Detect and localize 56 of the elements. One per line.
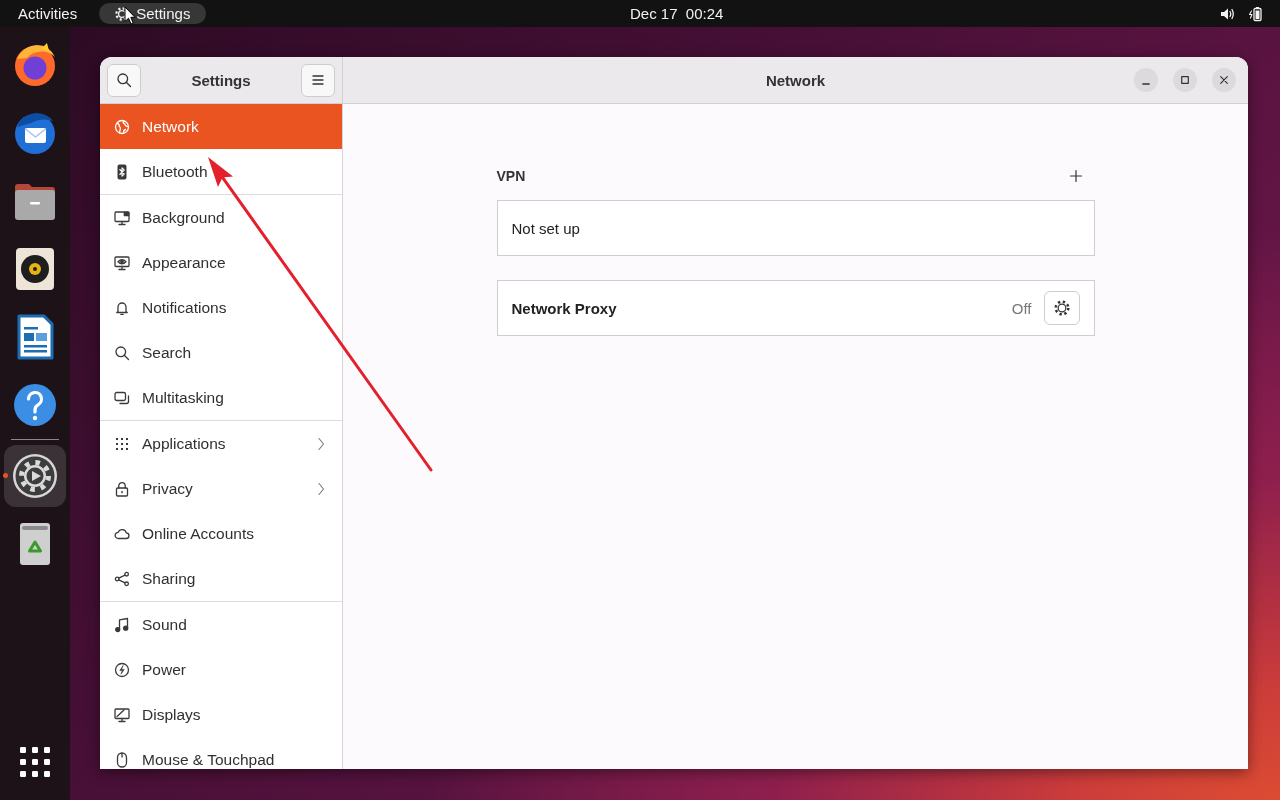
sidebar-item[interactable]: Multitasking [100, 375, 342, 420]
sidebar-item[interactable]: Online Accounts [100, 511, 342, 556]
sidebar-title: Settings [191, 71, 251, 89]
menu-button[interactable] [301, 63, 335, 97]
sidebar-item[interactable]: Sound [100, 602, 342, 647]
music-note-icon [114, 616, 130, 633]
activities-button[interactable]: Activities [8, 3, 88, 24]
sidebar-item[interactable]: Power [100, 647, 342, 692]
windows-icon [114, 389, 130, 406]
close-icon [1220, 76, 1228, 84]
clock-button[interactable]: Dec 17 00:24 [620, 3, 734, 24]
sidebar-item[interactable]: Appearance [100, 240, 342, 285]
dock-app-button[interactable] [4, 445, 66, 507]
search-icon [116, 72, 132, 88]
mouse-icon [114, 751, 130, 768]
app-grid-icon [20, 747, 50, 777]
minimize-button[interactable] [1134, 68, 1158, 92]
share-icon [114, 570, 130, 587]
search-button[interactable] [107, 63, 141, 97]
search-icon [114, 344, 130, 361]
globe-icon [114, 118, 130, 135]
proxy-status: Off [1011, 299, 1032, 317]
monitor-eye-icon [114, 254, 130, 271]
sidebar-item[interactable]: Mouse & Touchpad [100, 737, 342, 769]
lock-icon [114, 480, 130, 497]
sidebar-item[interactable]: Privacy [100, 466, 342, 511]
settings-icon [1052, 299, 1071, 317]
vpn-status-text: Not set up [511, 219, 580, 237]
sidebar-item[interactable]: Background [100, 195, 342, 240]
sidebar-item[interactable]: Applications [100, 421, 342, 466]
sidebar-item[interactable]: Displays [100, 692, 342, 737]
display-icon [114, 706, 130, 723]
app-menu-button[interactable]: Settings [99, 3, 207, 24]
menu-icon [310, 72, 326, 88]
vpn-heading: VPN [496, 168, 526, 184]
settings-icon [11, 452, 59, 500]
close-button[interactable] [1212, 68, 1236, 92]
proxy-label: Network Proxy [511, 299, 618, 317]
mouse-pointer-icon [124, 6, 136, 25]
bell-icon [114, 299, 130, 316]
help-icon [11, 381, 59, 429]
power-icon [114, 661, 130, 678]
sidebar-item[interactable]: Network [100, 104, 342, 149]
maximize-icon [1181, 76, 1189, 84]
sidebar-item[interactable]: Sharing [100, 556, 342, 601]
window-title: Network [765, 71, 826, 89]
grid-icon [114, 435, 130, 452]
monitor-icon [114, 209, 130, 226]
maximize-button[interactable] [1173, 68, 1197, 92]
sidebar-item[interactable]: Notifications [100, 285, 342, 330]
proxy-settings-button[interactable] [1043, 291, 1080, 325]
battery-icon[interactable] [1248, 5, 1264, 22]
minimize-icon [1142, 82, 1150, 85]
sidebar-item[interactable]: Search [100, 330, 342, 375]
plus-icon [1067, 168, 1084, 184]
bluetooth-icon [114, 163, 130, 180]
